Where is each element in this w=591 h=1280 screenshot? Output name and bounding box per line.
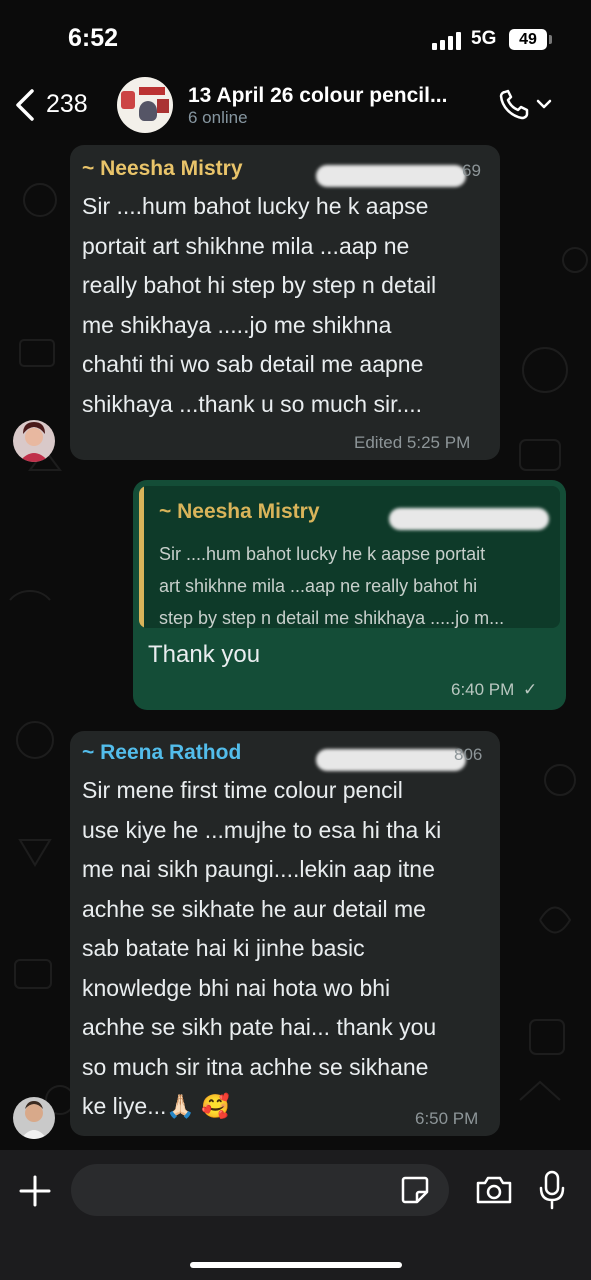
home-indicator xyxy=(190,1262,402,1268)
quote-text: Sir ....hum bahot lucky he k aapse porta… xyxy=(159,544,505,628)
plus-icon[interactable] xyxy=(18,1174,52,1208)
signal-icon xyxy=(432,32,462,50)
message-timestamp: Edited 5:25 PM xyxy=(354,433,471,452)
sender-name[interactable]: ~ Neesha Mistry xyxy=(82,157,243,181)
camera-icon[interactable] xyxy=(474,1174,514,1206)
message-timestamp: 6:40 PM ✓ xyxy=(451,680,538,699)
quote-sender: ~ Neesha Mistry xyxy=(159,500,320,523)
group-avatar[interactable] xyxy=(117,77,173,133)
redacted-phone xyxy=(316,165,466,187)
phone-partial: 69 xyxy=(462,161,481,180)
network-type: 5G xyxy=(471,28,497,49)
chevron-left-icon[interactable] xyxy=(12,88,38,122)
chat-area[interactable]: ~ Neesha Mistry 69 Sir ....hum bahot luc… xyxy=(0,140,591,1150)
unread-count[interactable]: 238 xyxy=(46,90,88,119)
message-text: Thank you xyxy=(148,641,261,668)
message-bubble-1[interactable]: ~ Neesha Mistry 69 Sir ....hum bahot luc… xyxy=(70,145,500,460)
message-input-bar xyxy=(0,1150,591,1280)
outgoing-message-bubble[interactable]: ~ Neesha Mistry Sir ....hum bahot lucky … xyxy=(133,480,566,710)
clock: 6:52 xyxy=(68,24,119,52)
group-title[interactable]: 13 April 26 colour pencil... xyxy=(188,84,447,108)
message-input[interactable] xyxy=(71,1164,449,1216)
message-timestamp: 6:50 PM xyxy=(415,1109,479,1128)
redacted-phone xyxy=(389,508,549,530)
sticker-icon[interactable] xyxy=(399,1174,431,1206)
battery-icon: 49 xyxy=(509,29,547,50)
avatar[interactable] xyxy=(13,1097,55,1139)
avatar[interactable] xyxy=(13,420,55,462)
phone-partial: 806 xyxy=(454,745,483,764)
sender-name[interactable]: ~ Reena Rathod xyxy=(82,741,241,765)
redacted-phone xyxy=(316,749,466,771)
quoted-message[interactable]: ~ Neesha Mistry Sir ....hum bahot lucky … xyxy=(139,486,560,628)
message-text: Sir mene first time colour pencil use ki… xyxy=(82,777,442,1119)
online-status: 6 online xyxy=(188,108,248,127)
sent-check-icon: ✓ xyxy=(523,680,538,699)
message-bubble-3[interactable]: ~ Reena Rathod 806 Sir mene first time c… xyxy=(70,731,500,1136)
quote-bar xyxy=(139,486,144,628)
status-bar: 6:52 5G 49 xyxy=(0,0,591,80)
battery-tip xyxy=(549,35,552,44)
chat-header: 238 13 April 26 colour pencil... 6 onlin… xyxy=(0,70,591,140)
phone-icon[interactable] xyxy=(497,87,557,123)
microphone-icon[interactable] xyxy=(537,1170,567,1210)
message-text: Sir ....hum bahot lucky he k aapse porta… xyxy=(82,193,437,417)
